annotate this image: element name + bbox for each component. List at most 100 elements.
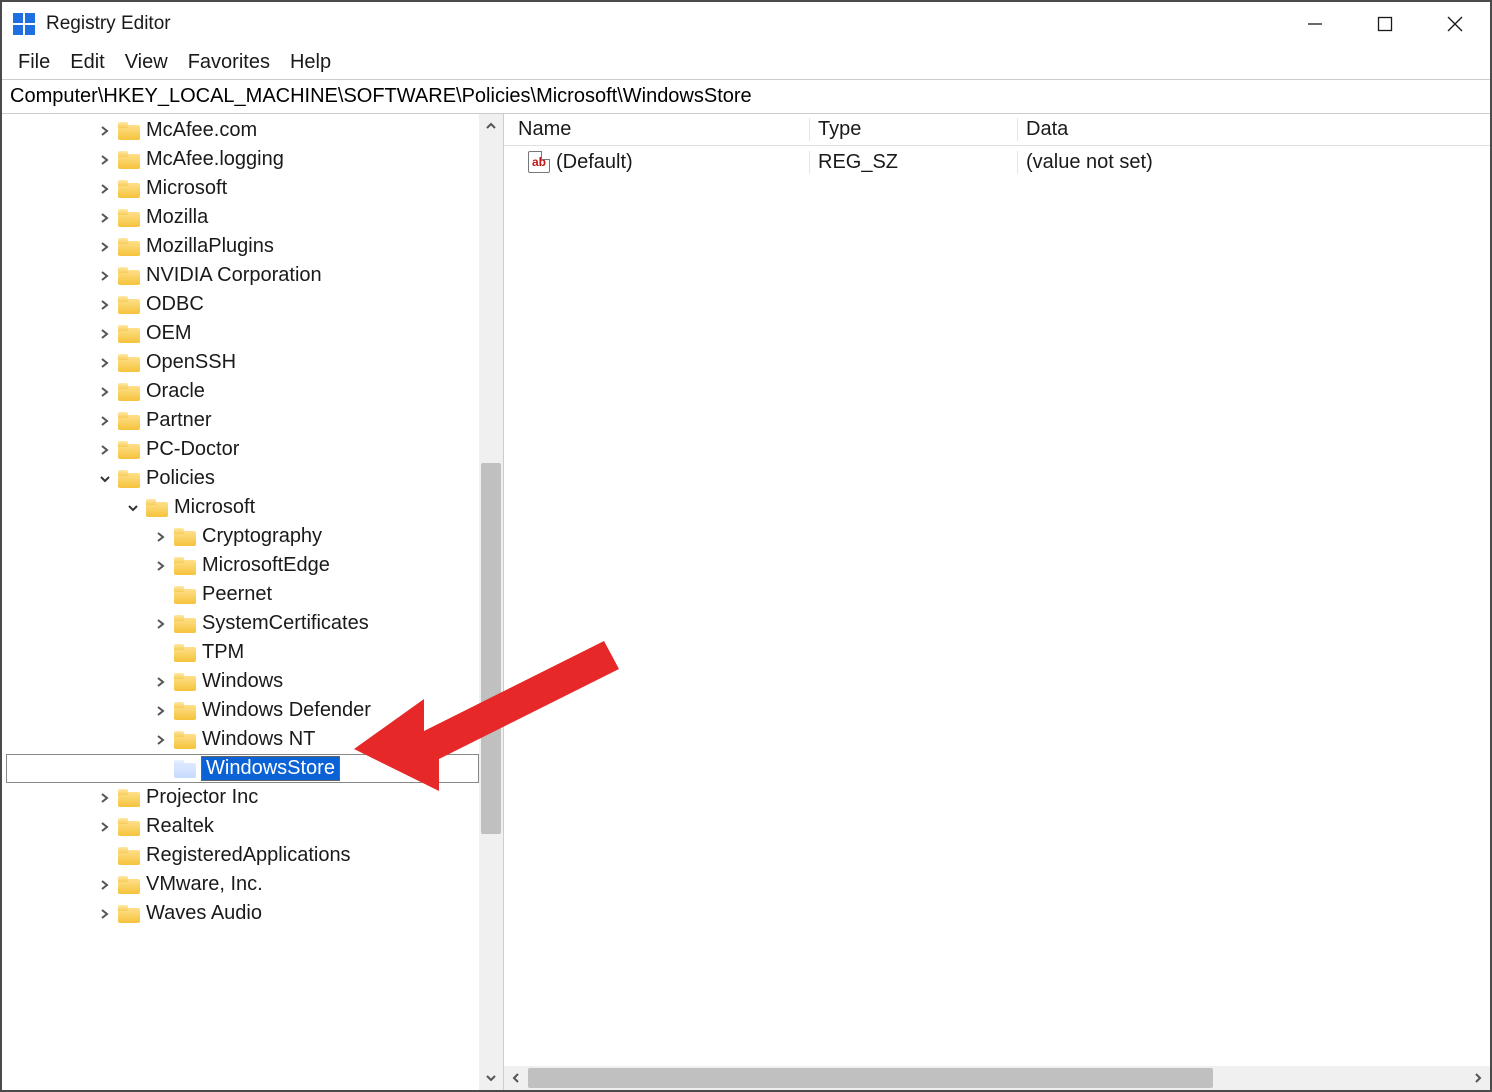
tree-node[interactable]: McAfee.logging <box>6 145 479 174</box>
chevron-right-icon[interactable] <box>96 122 114 140</box>
tree-node[interactable]: Realtek <box>6 812 479 841</box>
tree-node-label: Windows NT <box>202 728 315 751</box>
close-button[interactable] <box>1420 2 1490 46</box>
tree-node[interactable]: SystemCertificates <box>6 609 479 638</box>
address-input[interactable] <box>2 80 1490 113</box>
chevron-right-icon[interactable] <box>96 296 114 314</box>
chevron-down-icon[interactable] <box>124 499 142 517</box>
tree-node-label: MicrosoftEdge <box>202 554 330 577</box>
maximize-button[interactable] <box>1350 2 1420 46</box>
column-header-type[interactable]: Type <box>810 118 1018 141</box>
scroll-down-icon[interactable] <box>479 1066 503 1090</box>
tree-node[interactable]: OEM <box>6 319 479 348</box>
menu-edit[interactable]: Edit <box>60 47 114 78</box>
hscrollbar-thumb[interactable] <box>528 1068 1213 1088</box>
tree-node[interactable]: Windows Defender <box>6 696 479 725</box>
chevron-right-icon[interactable] <box>96 151 114 169</box>
tree-node[interactable]: Waves Audio <box>6 899 479 928</box>
values-horizontal-scrollbar[interactable] <box>504 1066 1490 1090</box>
tree-node[interactable]: WindowsStore <box>6 754 479 783</box>
folder-icon <box>118 412 140 430</box>
scroll-up-icon[interactable] <box>479 114 503 138</box>
menu-view[interactable]: View <box>115 47 178 78</box>
tree-node[interactable]: Peernet <box>6 580 479 609</box>
chevron-right-icon[interactable] <box>152 731 170 749</box>
chevron-right-icon[interactable] <box>96 383 114 401</box>
tree-node[interactable]: MozillaPlugins <box>6 232 479 261</box>
tree-node[interactable]: Projector Inc <box>6 783 479 812</box>
tree-view[interactable]: McAfee.comMcAfee.loggingMicrosoftMozilla… <box>2 114 479 1090</box>
folder-icon <box>118 383 140 401</box>
tree-node[interactable]: Mozilla <box>6 203 479 232</box>
tree-node[interactable]: Microsoft <box>6 493 479 522</box>
tree-node-label: Peernet <box>202 583 272 606</box>
tree-vertical-scrollbar[interactable] <box>479 114 503 1090</box>
values-list[interactable]: ab(Default)REG_SZ(value not set) <box>504 146 1490 1066</box>
tree-node[interactable]: RegisteredApplications <box>6 841 479 870</box>
chevron-right-icon[interactable] <box>152 673 170 691</box>
tree-node-label[interactable]: WindowsStore <box>202 757 339 780</box>
chevron-right-icon[interactable] <box>152 557 170 575</box>
tree-node-label: McAfee.com <box>146 119 257 142</box>
menu-file[interactable]: File <box>8 47 60 78</box>
scrollbar-track[interactable] <box>479 138 503 1066</box>
chevron-right-icon[interactable] <box>96 789 114 807</box>
chevron-right-icon[interactable] <box>152 528 170 546</box>
menu-bar: File Edit View Favorites Help <box>2 46 1490 80</box>
chevron-down-icon[interactable] <box>96 470 114 488</box>
menu-favorites[interactable]: Favorites <box>178 47 280 78</box>
tree-node-label: Partner <box>146 409 212 432</box>
scroll-left-icon[interactable] <box>504 1066 528 1090</box>
chevron-right-icon[interactable] <box>96 238 114 256</box>
folder-icon <box>174 615 196 633</box>
folder-icon <box>146 499 168 517</box>
values-columns-header[interactable]: Name Type Data <box>504 114 1490 146</box>
hscrollbar-track[interactable] <box>528 1066 1466 1090</box>
tree-node-label: Projector Inc <box>146 786 258 809</box>
chevron-right-icon[interactable] <box>96 441 114 459</box>
folder-icon <box>118 122 140 140</box>
tree-node[interactable]: Microsoft <box>6 174 479 203</box>
chevron-right-icon[interactable] <box>96 354 114 372</box>
minimize-button[interactable] <box>1280 2 1350 46</box>
folder-icon <box>118 470 140 488</box>
tree-node[interactable]: NVIDIA Corporation <box>6 261 479 290</box>
tree-node[interactable]: Oracle <box>6 377 479 406</box>
tree-node-label: McAfee.logging <box>146 148 284 171</box>
folder-icon <box>174 528 196 546</box>
chevron-right-icon[interactable] <box>96 325 114 343</box>
tree-node-label: MozillaPlugins <box>146 235 274 258</box>
folder-icon <box>118 180 140 198</box>
tree-node[interactable]: Windows <box>6 667 479 696</box>
app-icon <box>12 12 36 36</box>
chevron-right-icon[interactable] <box>96 412 114 430</box>
tree-node[interactable]: Policies <box>6 464 479 493</box>
column-header-name[interactable]: Name <box>504 118 810 141</box>
tree-node[interactable]: Partner <box>6 406 479 435</box>
scroll-right-icon[interactable] <box>1466 1066 1490 1090</box>
chevron-right-icon[interactable] <box>96 209 114 227</box>
value-row[interactable]: ab(Default)REG_SZ(value not set) <box>504 146 1490 178</box>
tree-node[interactable]: PC-Doctor <box>6 435 479 464</box>
column-header-data[interactable]: Data <box>1018 118 1490 141</box>
chevron-right-icon[interactable] <box>96 180 114 198</box>
tree-node[interactable]: Windows NT <box>6 725 479 754</box>
chevron-right-icon[interactable] <box>96 905 114 923</box>
scrollbar-thumb[interactable] <box>481 463 501 834</box>
tree-node[interactable]: McAfee.com <box>6 116 479 145</box>
chevron-right-icon[interactable] <box>96 818 114 836</box>
tree-node[interactable]: Cryptography <box>6 522 479 551</box>
chevron-right-icon[interactable] <box>152 615 170 633</box>
tree-node-label: Windows Defender <box>202 699 371 722</box>
registry-editor-window: Registry Editor File Edit View Favorites… <box>0 0 1492 1092</box>
tree-node[interactable]: TPM <box>6 638 479 667</box>
tree-node[interactable]: ODBC <box>6 290 479 319</box>
tree-node[interactable]: OpenSSH <box>6 348 479 377</box>
tree-node[interactable]: MicrosoftEdge <box>6 551 479 580</box>
chevron-right-icon[interactable] <box>152 702 170 720</box>
chevron-right-icon[interactable] <box>96 876 114 894</box>
menu-help[interactable]: Help <box>280 47 341 78</box>
tree-node-label: NVIDIA Corporation <box>146 264 322 287</box>
chevron-right-icon[interactable] <box>96 267 114 285</box>
tree-node[interactable]: VMware, Inc. <box>6 870 479 899</box>
